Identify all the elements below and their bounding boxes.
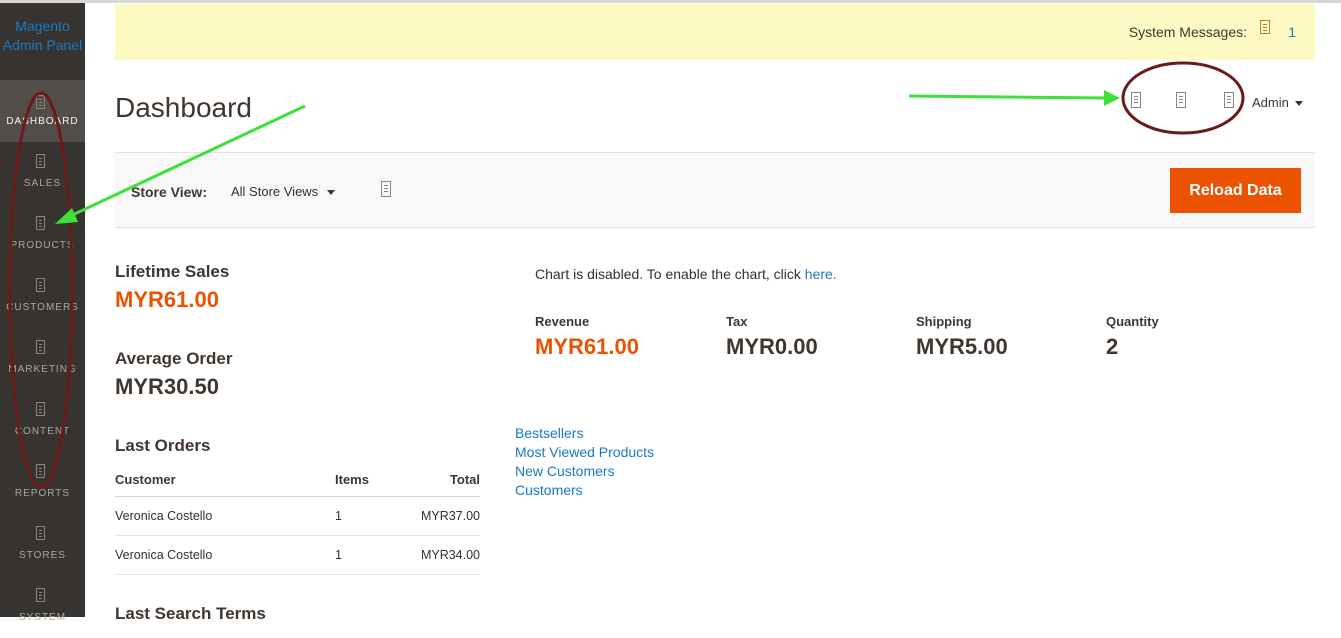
order-customer: Veronica Costello <box>115 496 335 536</box>
help-icon[interactable] <box>381 181 391 197</box>
shipping-value: MYR5.00 <box>916 334 1008 359</box>
order-items: 1 <box>335 535 405 575</box>
order-total: MYR34.00 <box>405 535 480 575</box>
sidebar-item-label: PRODUCTS <box>10 240 75 251</box>
table-row[interactable]: Veronica Costello 1 MYR37.00 <box>115 496 480 536</box>
page-title: Dashboard <box>115 92 252 123</box>
annotation-arrowhead-header <box>1104 90 1120 106</box>
system-icon <box>36 588 45 602</box>
shipping-label: Shipping <box>916 314 972 329</box>
admin-user-menu[interactable]: Admin <box>1252 95 1303 110</box>
sidebar-item-customers[interactable]: CUSTOMERS <box>0 266 85 328</box>
logo-line-1: Magento <box>15 18 70 34</box>
sidebar-item-system[interactable]: SYSTEM <box>0 576 85 638</box>
lifetime-sales-label: Lifetime Sales <box>115 262 230 281</box>
dashboard-icon <box>36 95 45 109</box>
last-orders-table: Customer Items Total Veronica Costello 1… <box>115 462 480 575</box>
tab-most-viewed-products[interactable]: Most Viewed Products <box>515 444 654 460</box>
store-view-selected: All Store Views <box>231 184 319 199</box>
sidebar-item-label: MARKETING <box>8 364 77 375</box>
store-view-bar: Store View: All Store Views Reload Data <box>115 152 1315 228</box>
admin-sidebar: Magento Admin Panel DASHBOARD SALES PROD… <box>0 3 85 623</box>
magento-logo[interactable]: Magento Admin Panel <box>0 17 85 55</box>
top-border <box>0 0 1341 3</box>
table-header-row: Customer Items Total <box>115 462 480 497</box>
chevron-down-icon <box>327 190 336 196</box>
sales-icon <box>36 154 45 168</box>
average-order-label: Average Order <box>115 349 233 368</box>
sidebar-item-label: SYSTEM <box>18 612 67 623</box>
search-icon[interactable] <box>1176 92 1186 108</box>
tax-label: Tax <box>726 314 748 329</box>
sidebar-item-label: CONTENT <box>14 426 71 437</box>
column-header-items: Items <box>335 462 405 497</box>
last-search-terms-title: Last Search Terms <box>115 604 266 623</box>
chevron-down-icon <box>1294 101 1303 107</box>
logo-line-2: Admin Panel <box>2 37 83 53</box>
revenue-value: MYR61.00 <box>535 334 639 359</box>
sidebar-item-dashboard[interactable]: DASHBOARD <box>0 80 85 142</box>
last-orders-title: Last Orders <box>115 436 211 455</box>
store-view-label: Store View: <box>131 184 207 200</box>
chart-message-text: Chart is disabled. To enable the chart, … <box>535 266 805 282</box>
products-icon <box>36 216 45 230</box>
tab-new-customers[interactable]: New Customers <box>515 463 615 479</box>
user-account-icon[interactable] <box>1224 92 1234 108</box>
sidebar-item-label: DASHBOARD <box>6 116 79 127</box>
sidebar-item-label: STORES <box>19 550 66 561</box>
notifications-icon[interactable] <box>1131 92 1141 108</box>
revenue-label: Revenue <box>535 314 590 329</box>
order-total: MYR37.00 <box>405 496 480 536</box>
tax-value: MYR0.00 <box>726 334 818 359</box>
sidebar-item-marketing[interactable]: MARKETING <box>0 328 85 390</box>
stores-icon <box>36 526 45 540</box>
store-view-switcher[interactable]: All Store Views <box>231 184 336 199</box>
sidebar-item-label: REPORTS <box>14 488 71 499</box>
system-messages-bar: System Messages: 1 <box>115 4 1315 60</box>
reload-data-button[interactable]: Reload Data <box>1170 168 1301 213</box>
message-icon[interactable] <box>1260 20 1270 34</box>
sidebar-item-products[interactable]: PRODUCTS <box>0 204 85 266</box>
order-customer: Veronica Costello <box>115 535 335 575</box>
order-items: 1 <box>335 496 405 536</box>
sidebar-item-label: CUSTOMERS <box>6 302 79 313</box>
system-messages-label: System Messages: <box>1128 24 1247 40</box>
admin-user-label: Admin <box>1252 95 1289 110</box>
quantity-label: Quantity <box>1106 314 1159 329</box>
enable-chart-link[interactable]: here. <box>805 266 837 282</box>
system-messages-count[interactable]: 1 <box>1288 24 1296 40</box>
sidebar-item-stores[interactable]: STORES <box>0 514 85 576</box>
tab-customers[interactable]: Customers <box>515 482 583 498</box>
chart-disabled-message: Chart is disabled. To enable the chart, … <box>535 266 837 282</box>
customers-icon <box>36 278 45 292</box>
lifetime-sales-value: MYR61.00 <box>115 287 219 312</box>
average-order-value: MYR30.50 <box>115 374 219 399</box>
reports-icon <box>36 464 45 478</box>
quantity-value: 2 <box>1106 334 1119 359</box>
sidebar-item-sales[interactable]: SALES <box>0 142 85 204</box>
table-row[interactable]: Veronica Costello 1 MYR34.00 <box>115 535 480 575</box>
sidebar-item-reports[interactable]: REPORTS <box>0 452 85 514</box>
annotation-arrow-header <box>908 94 1107 100</box>
sidebar-item-content[interactable]: CONTENT <box>0 390 85 452</box>
tab-bestsellers[interactable]: Bestsellers <box>515 425 583 441</box>
column-header-total: Total <box>405 462 480 497</box>
content-icon <box>36 402 45 416</box>
sidebar-item-label: SALES <box>23 178 62 189</box>
column-header-customer: Customer <box>115 462 335 497</box>
marketing-icon <box>36 340 45 354</box>
